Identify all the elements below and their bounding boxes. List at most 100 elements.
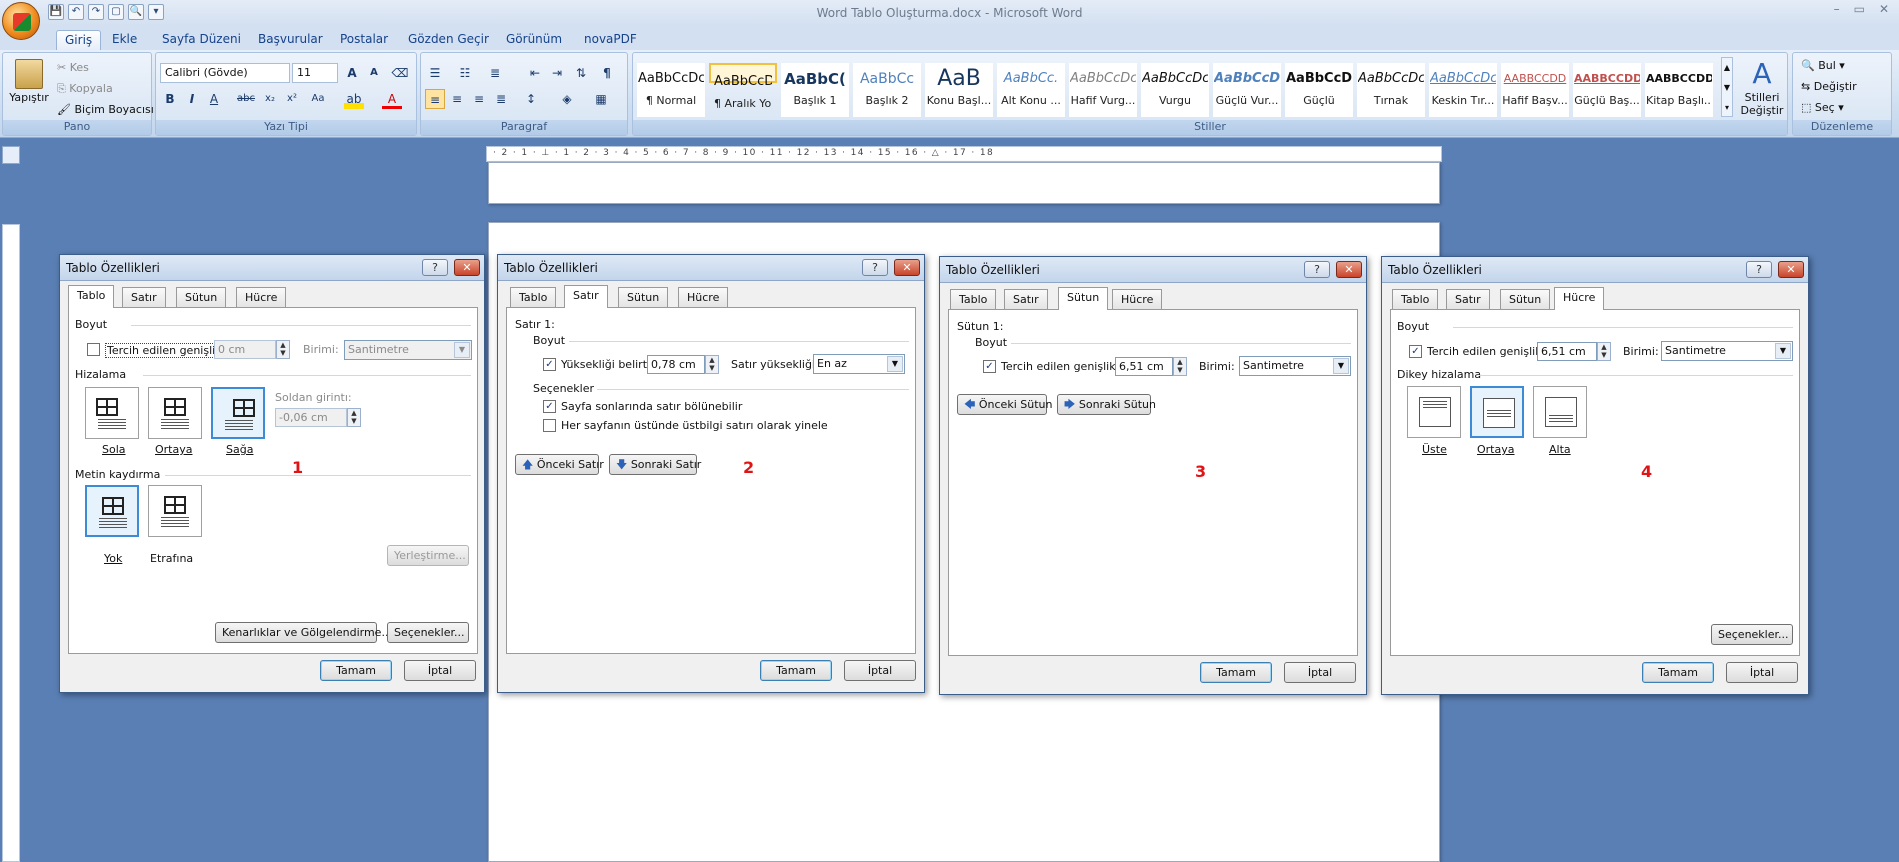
unit-select[interactable]: Santimetre ▼ [1239, 356, 1351, 376]
style-kitap-basligi[interactable]: AABBCCDD Kitap Başlı... [1645, 63, 1713, 117]
clear-format-icon[interactable]: ⌫ [390, 63, 410, 83]
tab-satir[interactable]: Satır [1004, 289, 1048, 309]
wrap-around-option[interactable] [148, 485, 202, 537]
cancel-button[interactable]: İptal [844, 660, 916, 681]
specify-height-checkbox[interactable]: ✓ [543, 358, 556, 371]
line-spacing-icon[interactable]: ↕ [521, 89, 541, 109]
ruler-tab-selector[interactable] [2, 146, 20, 164]
tab-tablo[interactable]: Tablo [510, 287, 557, 307]
bullets-icon[interactable]: ☰ [425, 63, 445, 83]
row-height-mode-select[interactable]: En az ▼ [813, 354, 905, 374]
repeat-header-checkbox[interactable] [543, 419, 556, 432]
ok-button[interactable]: Tamam [1642, 662, 1714, 683]
save-icon[interactable]: 💾 [48, 4, 64, 20]
style-alt-konu[interactable]: AaBbCc. Alt Konu ... [997, 63, 1065, 117]
help-button[interactable]: ? [862, 259, 888, 276]
preferred-width-spinner[interactable]: ▲ ▼ [276, 340, 290, 359]
find-button[interactable]: 🔍 Bul ▾ [1801, 59, 1845, 72]
maximize-button[interactable]: ▭ [1854, 2, 1865, 16]
ok-button[interactable]: Tamam [320, 660, 392, 681]
indent-input[interactable]: -0,06 cm [275, 408, 347, 427]
help-button[interactable]: ? [1304, 261, 1330, 278]
strikethrough-icon[interactable]: abc [236, 89, 256, 109]
tab-hucre[interactable]: Hücre [236, 287, 287, 307]
positioning-button[interactable]: Yerleştirme... [387, 545, 469, 566]
preferred-width-input[interactable]: 0 cm [214, 340, 276, 359]
tab-postalar[interactable]: Postalar [332, 30, 396, 50]
align-center-icon[interactable]: ≡ [447, 89, 467, 109]
unit-select[interactable]: Santimetre ▼ [344, 340, 472, 360]
tab-satir[interactable]: Satır [564, 285, 608, 308]
next-column-button[interactable]: 🡆 Sonraki Sütun [1057, 394, 1156, 415]
tab-novapdf[interactable]: novaPDF [576, 30, 645, 50]
undo-icon[interactable]: ↶ [68, 4, 84, 20]
underline-icon[interactable]: A [204, 89, 224, 109]
cut-button[interactable]: ✂ Kes [57, 61, 89, 74]
options-button[interactable]: Seçenekler... [1711, 624, 1793, 645]
style-hafif-vurgu[interactable]: AaBbCcDc Hafif Vurg... [1069, 63, 1137, 117]
style-aralik-yok[interactable]: AaBbCcDc ¶ Aralık Yok [709, 63, 777, 110]
tab-satir[interactable]: Satır [1446, 289, 1490, 309]
tab-hucre[interactable]: Hücre [678, 287, 729, 307]
row-height-input[interactable]: 0,78 cm [647, 355, 705, 374]
tab-hucre[interactable]: Hücre [1112, 289, 1163, 309]
justify-icon[interactable]: ≣ [491, 89, 511, 109]
style-baslik-2[interactable]: AaBbCc Başlık 2 [853, 63, 921, 117]
minimize-button[interactable]: – [1834, 2, 1840, 16]
replace-button[interactable]: ⇆ Değiştir [1801, 80, 1857, 93]
align-left-icon[interactable]: ≡ [425, 89, 445, 109]
close-window-button[interactable]: ✕ [1879, 2, 1889, 16]
change-styles-button[interactable]: A Stilleri Değiştir [1737, 57, 1787, 117]
cell-width-input[interactable]: 6,51 cm [1537, 342, 1597, 361]
change-case-icon[interactable]: Aa [308, 89, 328, 109]
previous-column-button[interactable]: 🡄 Önceki Sütun [957, 394, 1052, 415]
superscript-icon[interactable]: x² [282, 89, 302, 109]
preferred-width-checkbox[interactable] [87, 343, 100, 356]
style-tirnak[interactable]: AaBbCcDc Tırnak [1357, 63, 1425, 117]
ok-button[interactable]: Tamam [760, 660, 832, 681]
highlight-icon[interactable]: ab [344, 89, 364, 109]
subscript-icon[interactable]: x₂ [260, 89, 280, 109]
bold-icon[interactable]: B [160, 89, 180, 109]
tab-sutun[interactable]: Sütun [618, 287, 669, 307]
customize-qat-icon[interactable]: ▾ [148, 4, 164, 20]
valign-top-option[interactable] [1407, 386, 1461, 438]
italic-icon[interactable]: I [182, 89, 202, 109]
style-keskin-tirnak[interactable]: AaBbCcDc Keskin Tır... [1429, 63, 1497, 117]
row-height-spinner[interactable]: ▲ ▼ [705, 355, 719, 374]
tab-tablo[interactable]: Tablo [1392, 289, 1439, 309]
paste-button[interactable]: Yapıştır [9, 57, 49, 113]
print-preview-icon[interactable]: 🔍 [128, 4, 144, 20]
copy-button[interactable]: ⎘ Kopyala [57, 82, 113, 96]
preferred-width-checkbox[interactable]: ✓ [1409, 345, 1422, 358]
tab-tablo[interactable]: Tablo [68, 285, 115, 308]
font-size-select[interactable]: 11 [292, 63, 338, 83]
column-width-input[interactable]: 6,51 cm [1115, 357, 1173, 376]
style-guclu[interactable]: AaBbCcDc Güçlü [1285, 63, 1353, 117]
help-button[interactable]: ? [422, 259, 448, 276]
preferred-width-checkbox[interactable]: ✓ [983, 360, 996, 373]
unit-select[interactable]: Santimetre ▼ [1661, 341, 1793, 361]
ok-button[interactable]: Tamam [1200, 662, 1272, 683]
tab-giris[interactable]: Giriş [56, 30, 102, 50]
sort-icon[interactable]: ⇅ [571, 63, 591, 83]
valign-bottom-option[interactable] [1533, 386, 1587, 438]
cancel-button[interactable]: İptal [1726, 662, 1798, 683]
close-dialog-button[interactable]: ✕ [454, 259, 480, 276]
style-guclu-vurgu[interactable]: AaBbCcDc Güçlü Vur... [1213, 63, 1281, 117]
vertical-ruler[interactable] [2, 224, 20, 862]
redo-icon[interactable]: ↷ [88, 4, 104, 20]
font-color-icon[interactable]: A [382, 89, 402, 109]
select-button[interactable]: ⬚ Seç ▾ [1801, 101, 1844, 114]
style-konu-basligi[interactable]: AaB Konu Başl... [925, 63, 993, 117]
style-baslik-1[interactable]: AaBbC(Başlık 1 [781, 63, 849, 117]
previous-row-button[interactable]: 🡅 Önceki Satır [515, 454, 604, 475]
cancel-button[interactable]: İptal [404, 660, 476, 681]
options-button[interactable]: Seçenekler... [387, 622, 469, 643]
tab-sayfa-duzeni[interactable]: Sayfa Düzeni [154, 30, 249, 50]
font-name-select[interactable]: Calibri (Gövde) [160, 63, 290, 83]
increase-indent-icon[interactable]: ⇥ [547, 63, 567, 83]
tab-sutun[interactable]: Sütun [1500, 289, 1551, 309]
borders-icon[interactable]: ▦ [591, 89, 611, 109]
help-button[interactable]: ? [1746, 261, 1772, 278]
